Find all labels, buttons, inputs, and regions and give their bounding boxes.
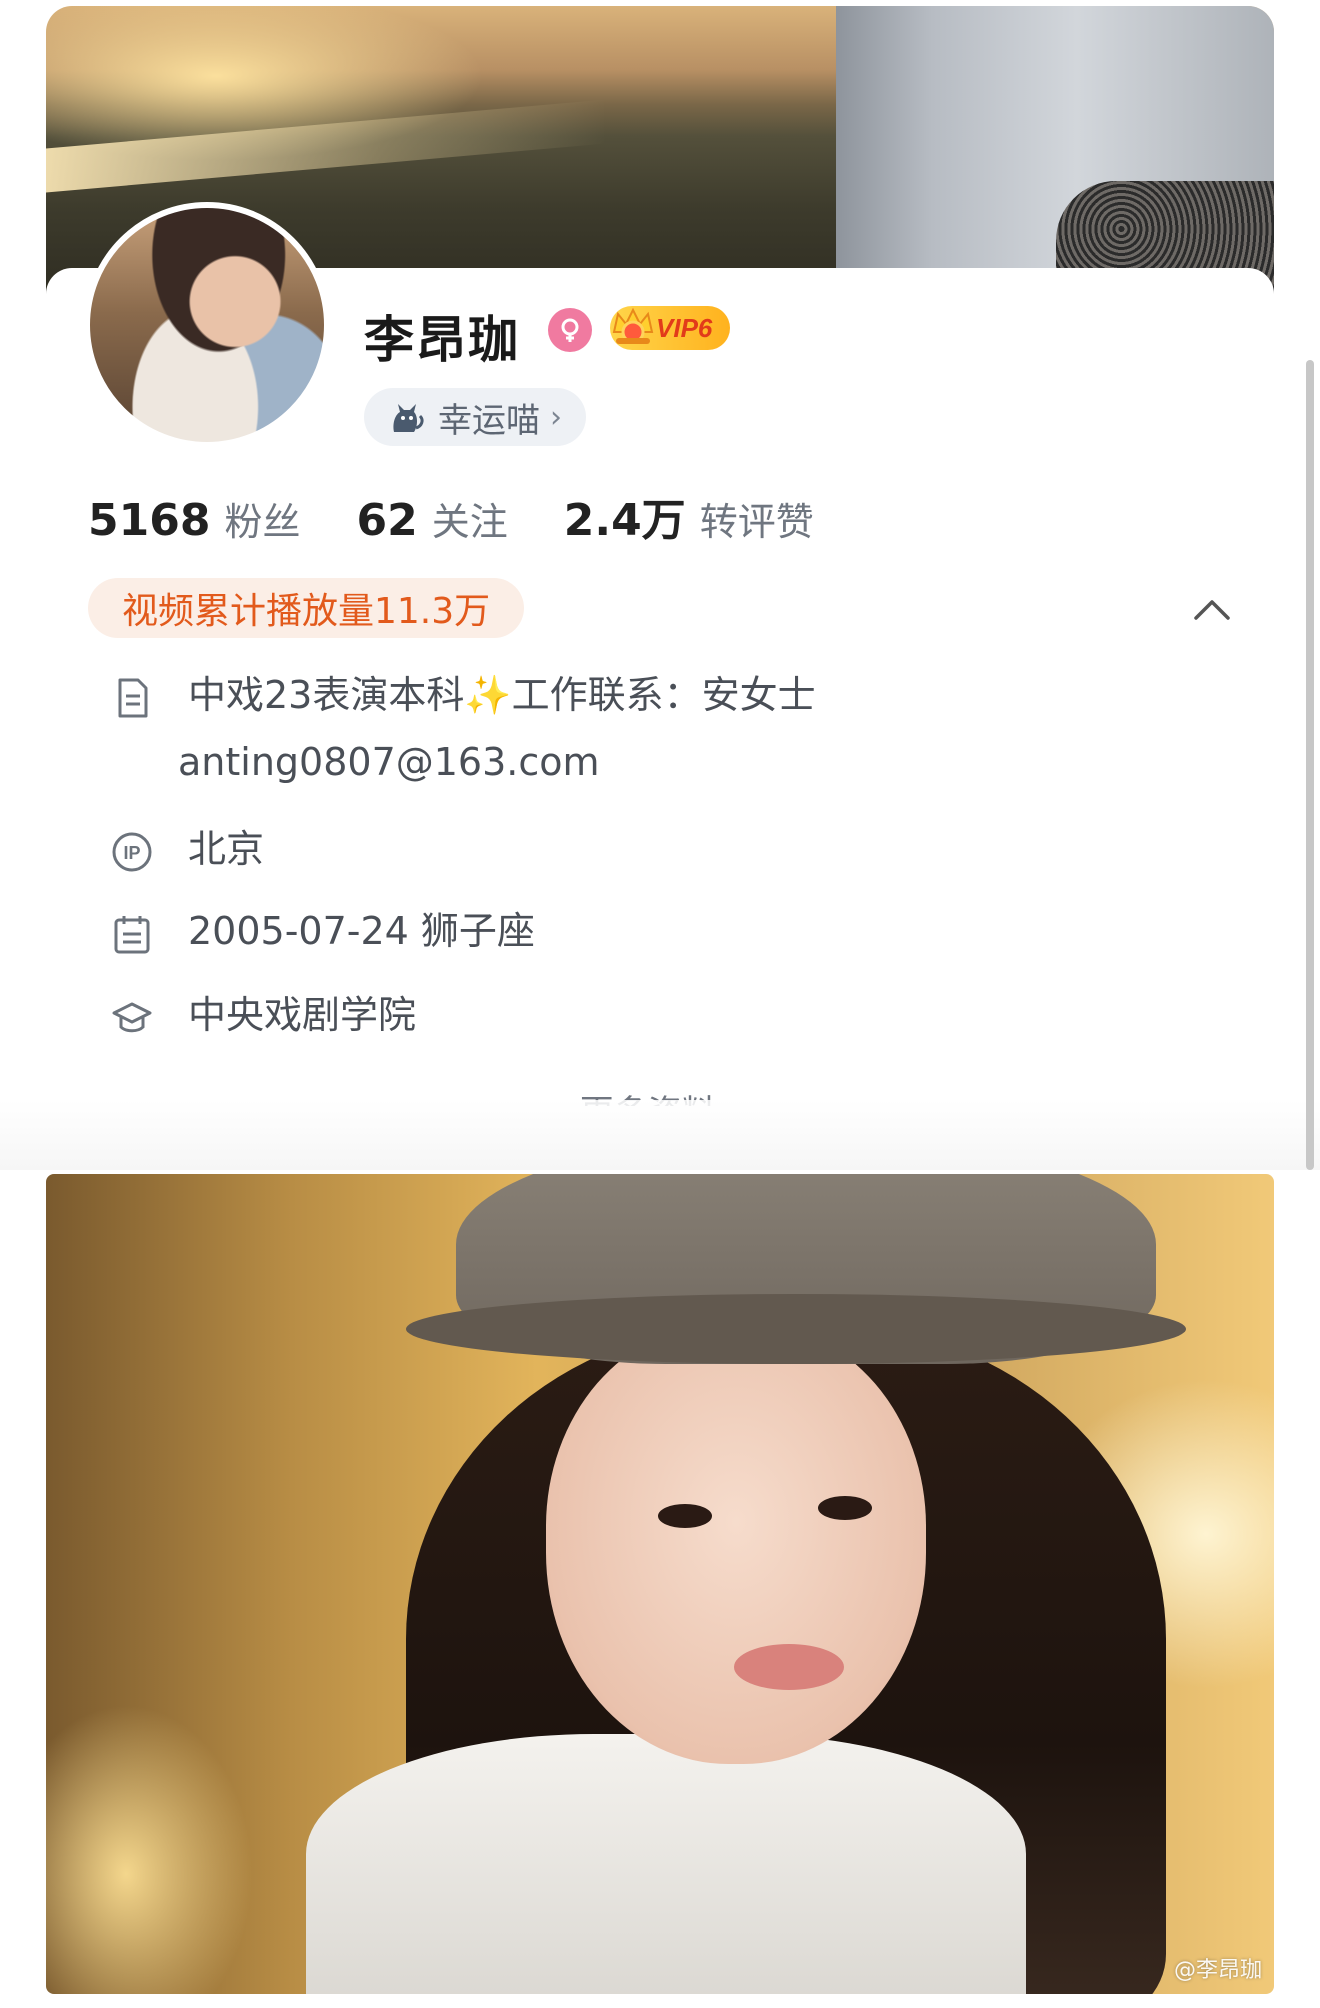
profile-page: 李昂珈 VIP6 幸运喵 › 5168 粉丝 62 关注 2.4万 转评赞 视频… [0, 0, 1320, 2008]
vip-label: VIP6 [656, 313, 713, 343]
chevron-right-icon: › [550, 399, 562, 435]
cover-lake [46, 99, 606, 193]
bio-text: 中戏23表演本科✨工作联系：安女士 [188, 673, 816, 717]
female-icon [548, 308, 592, 352]
female-icon-glyph [561, 318, 579, 342]
birthday-text: 2005-07-24 狮子座 [188, 909, 535, 953]
photo-lips [734, 1644, 844, 1690]
birthday-row: 2005-07-24 狮子座 [110, 908, 535, 966]
stats-row: 5168 粉丝 62 关注 2.4万 转评赞 [88, 484, 870, 546]
crown-icon [612, 307, 654, 344]
profile-name: 李昂珈 [364, 311, 520, 369]
bio-contact-email: anting0807@163.com [178, 740, 600, 784]
stat-value: 2.4万 [563, 495, 686, 546]
photo-cap-brim [406, 1294, 1186, 1364]
calendar-icon [114, 916, 150, 954]
vip-badge[interactable]: VIP6 [610, 306, 730, 350]
stat-value: 5168 [88, 495, 211, 546]
stat-following[interactable]: 62 关注 [356, 491, 507, 546]
school-row: 中央戏剧学院 [110, 992, 416, 1050]
stat-label: 转评赞 [699, 500, 814, 544]
svg-text:IP: IP [123, 843, 140, 863]
school-text: 中央戏剧学院 [188, 993, 417, 1037]
section-divider [0, 1100, 1320, 1170]
ip-location: 北京 [188, 827, 265, 871]
watermark: @李昂珈 [1173, 1958, 1262, 1983]
photo-shirt [306, 1734, 1026, 1994]
post-photo[interactable]: @李昂珈 [46, 1174, 1274, 1994]
avatar[interactable] [84, 202, 330, 448]
photo-eye-right [818, 1496, 872, 1520]
graduation-cap-icon [112, 1002, 152, 1033]
photo-eye-left [658, 1504, 712, 1528]
lucky-chip-label: 幸运喵 [438, 400, 540, 441]
stat-reposts-likes[interactable]: 2.4万 转评赞 [564, 484, 814, 548]
video-play-count-badge[interactable]: 视频累计播放量11.3万 [88, 578, 525, 638]
document-icon [118, 678, 148, 718]
ip-icon: IP [112, 832, 152, 872]
chevron-up-icon[interactable] [1192, 594, 1232, 624]
scrollbar[interactable] [1306, 360, 1314, 1170]
stat-followers[interactable]: 5168 粉丝 [88, 491, 300, 546]
stat-value: 62 [356, 495, 418, 546]
bio-row: 中戏23表演本科✨工作联系：安女士 [110, 672, 816, 730]
ip-row: IP 北京 [110, 826, 264, 884]
stat-label: 关注 [431, 500, 508, 544]
cat-icon [393, 404, 424, 432]
lucky-chip[interactable]: 幸运喵 › [364, 388, 586, 446]
stat-label: 粉丝 [224, 500, 301, 544]
photo-face [546, 1324, 926, 1764]
